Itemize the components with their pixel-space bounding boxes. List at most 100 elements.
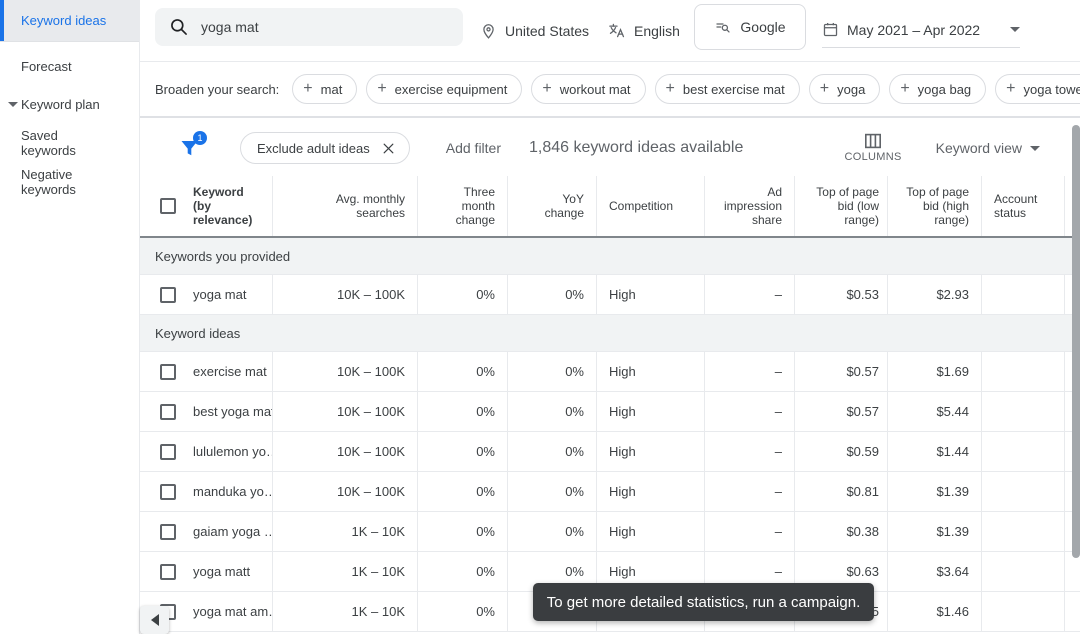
cell-three_month: 0% bbox=[418, 352, 508, 391]
date-range-selector[interactable]: May 2021 – Apr 2022 bbox=[822, 14, 1021, 48]
cell-searches: 10K – 100K bbox=[273, 432, 418, 471]
ideas-count-text: 1,846 keyword ideas available bbox=[529, 139, 744, 156]
row-checkbox-cell bbox=[140, 512, 185, 551]
cell-bid_high: $1.46 bbox=[888, 592, 982, 631]
row-checkbox[interactable] bbox=[160, 523, 176, 540]
cell-keyword: yoga mat bbox=[185, 275, 273, 314]
cell-keyword: best yoga mat bbox=[185, 392, 273, 431]
cell-bid_high: $1.69 bbox=[888, 352, 982, 391]
plus-icon: + bbox=[665, 80, 675, 97]
cell-three_month: 0% bbox=[418, 392, 508, 431]
search-card: United States English Google bbox=[140, 0, 1080, 118]
broaden-chip-best-exercise-mat[interactable]: + best exercise mat bbox=[654, 74, 800, 104]
expander-arrow-icon bbox=[8, 102, 18, 107]
row-checkbox[interactable] bbox=[160, 483, 176, 500]
location-selector[interactable]: United States bbox=[480, 0, 589, 62]
cell-ad_share: – bbox=[705, 352, 795, 391]
vertical-scrollbar[interactable] bbox=[1072, 125, 1080, 558]
cell-yoy: 0% bbox=[508, 352, 597, 391]
sidebar-item-forecast[interactable]: Forecast bbox=[0, 52, 139, 80]
sidebar-item-negative-keywords[interactable]: Negative keywords bbox=[0, 167, 139, 197]
keyword-row[interactable]: lululemon yo… 10K – 100K 0% 0% High – $0.59 $1.… bbox=[140, 432, 1080, 472]
section-row: Keyword ideas bbox=[140, 315, 1080, 352]
translate-icon bbox=[608, 22, 626, 40]
keyword-row[interactable]: yoga mat 10K – 100K 0% 0% High – $0.53 $2.93 bbox=[140, 275, 1080, 315]
cell-searches: 1K – 10K bbox=[273, 552, 418, 591]
chevron-down-icon bbox=[1030, 145, 1040, 151]
arrow-left-icon bbox=[150, 614, 159, 626]
keyword-row[interactable]: best yoga mat 10K – 100K 0% 0% High – $0.57 $5.… bbox=[140, 392, 1080, 432]
exclude-adult-ideas-chip[interactable]: Exclude adult ideas bbox=[240, 132, 410, 164]
column-header-account[interactable]: Account status bbox=[982, 176, 1065, 236]
cell-competition: High bbox=[597, 432, 705, 471]
cell-bid_high: $1.39 bbox=[888, 512, 982, 551]
cell-searches: 10K – 100K bbox=[273, 392, 418, 431]
keyword-row[interactable]: exercise mat 10K – 100K 0% 0% High – $0.57 $1.6… bbox=[140, 352, 1080, 392]
cell-keyword: lululemon yo… bbox=[185, 432, 273, 471]
cell-account bbox=[982, 352, 1065, 391]
column-header-ad_share[interactable]: Ad impression share bbox=[705, 176, 795, 236]
broaden-chip-workout-mat[interactable]: + workout mat bbox=[531, 74, 646, 104]
close-icon[interactable] bbox=[382, 142, 395, 155]
columns-label: COLUMNS bbox=[844, 151, 902, 163]
keyword-search-box[interactable] bbox=[155, 8, 463, 46]
cell-keyword: manduka yo… bbox=[185, 472, 273, 511]
cell-account bbox=[982, 432, 1065, 471]
broaden-chip-yoga-towel[interactable]: + yoga towel bbox=[995, 74, 1080, 104]
sidebar: Keyword ideas Forecast Keyword plan Saved k… bbox=[0, 0, 140, 634]
calendar-icon bbox=[822, 21, 839, 38]
search-row: United States English Google bbox=[140, 0, 1080, 62]
cell-competition: High bbox=[597, 392, 705, 431]
cell-keyword: yoga matt bbox=[185, 552, 273, 591]
row-checkbox[interactable] bbox=[160, 286, 176, 303]
keyword-row[interactable]: manduka yo… 10K – 100K 0% 0% High – $0.81 $1.39 bbox=[140, 472, 1080, 512]
broaden-chip-yoga-bag[interactable]: + yoga bag bbox=[889, 74, 987, 104]
cell-yoy: 0% bbox=[508, 432, 597, 471]
filter-funnel-button[interactable]: 1 bbox=[178, 131, 207, 160]
row-checkbox[interactable] bbox=[160, 443, 176, 460]
language-value: English bbox=[634, 23, 680, 39]
row-checkbox[interactable] bbox=[160, 563, 176, 580]
plus-icon: + bbox=[900, 80, 910, 97]
broaden-chip-yoga[interactable]: + yoga bbox=[808, 74, 881, 104]
sidebar-item-label: Keyword plan bbox=[21, 96, 100, 112]
sidebar-item-keyword-plan[interactable]: Keyword plan bbox=[0, 90, 139, 118]
keyword-view-selector[interactable]: Keyword view bbox=[936, 140, 1040, 156]
scroll-left-button[interactable] bbox=[140, 606, 169, 634]
column-header-bid_high[interactable]: Top of page bid (high range) bbox=[888, 176, 982, 236]
network-selector[interactable]: Google bbox=[694, 4, 806, 50]
section-label: Keyword ideas bbox=[155, 325, 241, 341]
column-header-searches[interactable]: Avg. monthly searches bbox=[273, 176, 418, 236]
broaden-chip-mat[interactable]: + mat bbox=[292, 74, 358, 104]
sidebar-item-keyword-ideas[interactable]: Keyword ideas bbox=[0, 0, 139, 42]
column-header-yoy[interactable]: YoY change bbox=[508, 176, 597, 236]
broaden-chip-exercise-equipment[interactable]: + exercise equipment bbox=[366, 74, 523, 104]
row-checkbox-cell bbox=[140, 472, 185, 511]
row-checkbox-cell bbox=[140, 275, 185, 314]
location-value: United States bbox=[505, 23, 590, 39]
search-input[interactable] bbox=[201, 19, 431, 35]
language-selector[interactable]: English bbox=[608, 0, 680, 62]
column-header-competition[interactable]: Competition bbox=[597, 176, 705, 236]
column-header-three_month[interactable]: Three month change bbox=[418, 176, 508, 236]
filter-chip-label: Exclude adult ideas bbox=[257, 140, 370, 156]
chip-label: exercise equipment bbox=[394, 81, 508, 97]
cell-keyword: gaiam yoga … bbox=[185, 512, 273, 551]
cell-bid_low: $0.57 bbox=[795, 352, 888, 391]
broaden-label: Broaden your search: bbox=[155, 81, 280, 97]
add-filter-button[interactable]: Add filter bbox=[446, 140, 501, 156]
sidebar-item-saved-keywords[interactable]: Saved keywords bbox=[0, 128, 139, 158]
cell-keyword: exercise mat bbox=[185, 352, 273, 391]
row-checkbox-cell bbox=[140, 392, 185, 431]
row-checkbox[interactable] bbox=[160, 403, 176, 420]
row-checkbox[interactable] bbox=[160, 363, 176, 380]
columns-button[interactable]: COLUMNS bbox=[845, 133, 902, 163]
keyword-row[interactable]: gaiam yoga … 1K – 10K 0% 0% High – $0.38 $1.39 bbox=[140, 512, 1080, 552]
column-header-keyword[interactable]: Keyword (by relevance) bbox=[185, 176, 273, 236]
columns-icon bbox=[863, 133, 883, 149]
column-header-bid_low[interactable]: Top of page bid (low range) bbox=[795, 176, 888, 236]
cell-yoy: 0% bbox=[508, 512, 597, 551]
select-all-checkbox[interactable] bbox=[160, 198, 176, 214]
chip-label: yoga towel bbox=[1023, 81, 1080, 97]
cell-competition: High bbox=[597, 472, 705, 511]
